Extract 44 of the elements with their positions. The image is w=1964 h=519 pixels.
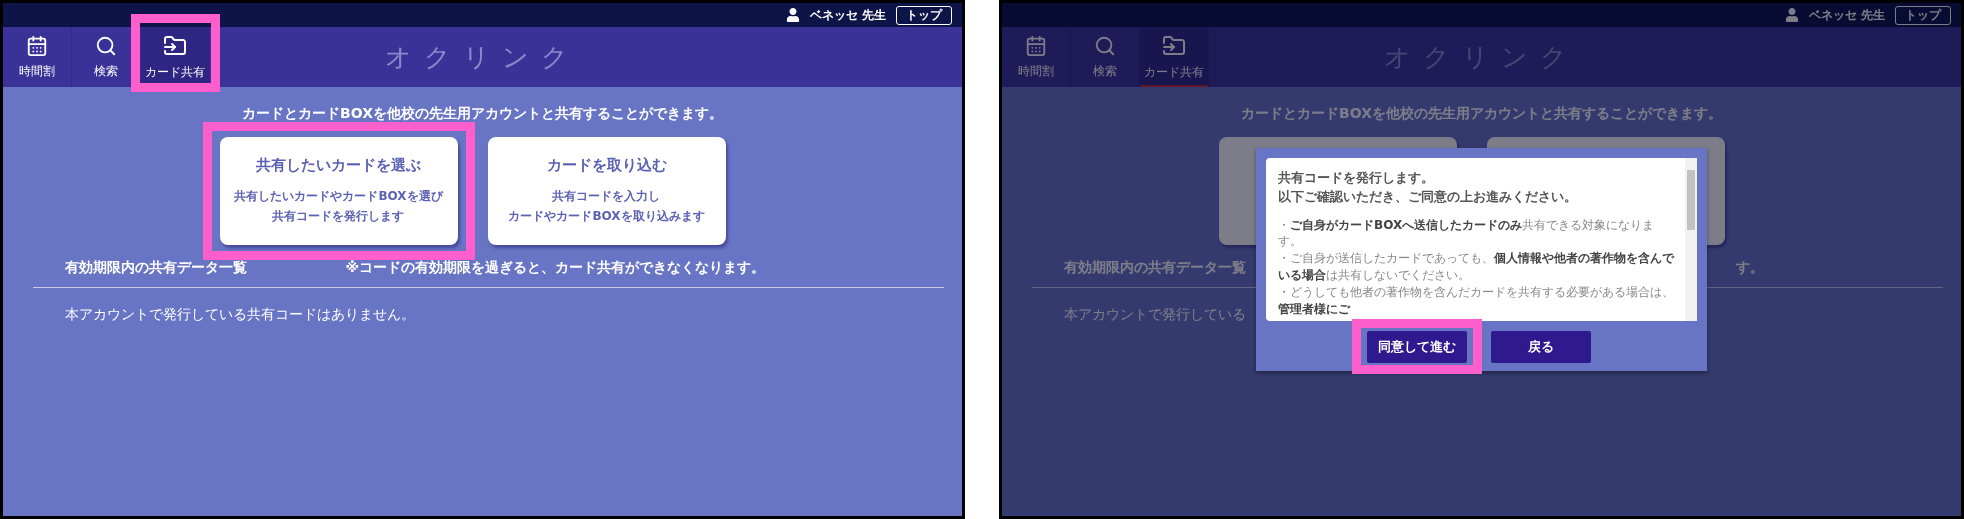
- person-icon: [785, 8, 800, 22]
- search-icon: [95, 34, 117, 57]
- top-button[interactable]: トップ: [896, 5, 952, 25]
- calendar-icon: [1025, 34, 1047, 57]
- card-title: 共有したいカードを選ぶ: [256, 156, 421, 176]
- dialog-heading: 共有コードを発行します。: [1278, 168, 1435, 187]
- nav-tab[interactable]: カード共有: [1140, 27, 1209, 87]
- nav-label: カード共有: [1144, 63, 1204, 81]
- intro-text: カードとカードBOXを他校の先生用アカウントと共有することができます。: [242, 105, 723, 123]
- card-title: カードを取り込む: [546, 156, 667, 176]
- nav-label: 検索: [1093, 62, 1117, 80]
- app-title: オクリンク: [385, 40, 580, 74]
- list-title: 有効期限内の共有データ一覧: [1064, 259, 1246, 277]
- expiry-note: ※コードの有効期限を過ぎると、カード共有ができなくなります。: [345, 259, 765, 277]
- dialog-button[interactable]: 同意して進む: [1366, 331, 1467, 364]
- dialog-heading: 以下ご確認いただき、ご同意の上お進みください。: [1278, 188, 1578, 207]
- nav-label: カード共有: [145, 63, 205, 81]
- nav-label: 時間割: [19, 62, 55, 80]
- calendar-icon: [26, 34, 48, 57]
- empty-message: 本アカウントで発行している: [1064, 306, 1246, 324]
- nav-tab[interactable]: 時間割: [3, 27, 72, 87]
- folder-arrow-icon: [163, 33, 187, 58]
- person-icon: [1784, 8, 1799, 22]
- expiry-note: す。: [1736, 259, 1764, 277]
- intro-text: カードとカードBOXを他校の先生用アカウントと共有することができます。: [1241, 105, 1722, 123]
- terms-item: ・どうしても他者の著作物を含んだカードを共有する必要がある場合は、管理者様にご: [1278, 283, 1675, 318]
- scrollbar[interactable]: [1685, 157, 1697, 322]
- top-button[interactable]: トップ: [1895, 5, 1951, 25]
- card-description: 共有コードを入力し カードやカードBOXを取り込みます: [508, 188, 705, 225]
- terms-item: ・ご自身が送信したカードであっても、個人情報や他者の著作物を含んでいる場合は共有しないでください。: [1278, 250, 1676, 284]
- card-description: 共有したいカードやカードBOXを選び 共有コードを発行します: [234, 188, 443, 225]
- action-card[interactable]: 共有したいカードを選ぶ 共有したいカードやカードBOXを選び 共有コードを発行します: [219, 137, 458, 245]
- empty-message: 本アカウントで発行している共有コードはありません。: [65, 306, 415, 324]
- dialog-button[interactable]: 戻る: [1490, 331, 1591, 364]
- search-icon: [1094, 34, 1116, 57]
- terms-item: ・ご自身がカードBOXへ送信したカードのみ共有できる対象になります。: [1278, 216, 1656, 251]
- nav-label: 検索: [94, 62, 118, 80]
- action-card[interactable]: カードを取り込む 共有コードを入力し カードやカードBOXを取り込みます: [487, 137, 726, 245]
- user-name: ベネッセ 先生: [809, 6, 886, 24]
- nav-label: 時間割: [1018, 62, 1054, 80]
- nav-tab[interactable]: 時間割: [1002, 27, 1071, 87]
- list-title: 有効期限内の共有データ一覧: [65, 259, 247, 277]
- folder-arrow-icon: [1162, 33, 1186, 58]
- user-name: ベネッセ 先生: [1808, 6, 1885, 24]
